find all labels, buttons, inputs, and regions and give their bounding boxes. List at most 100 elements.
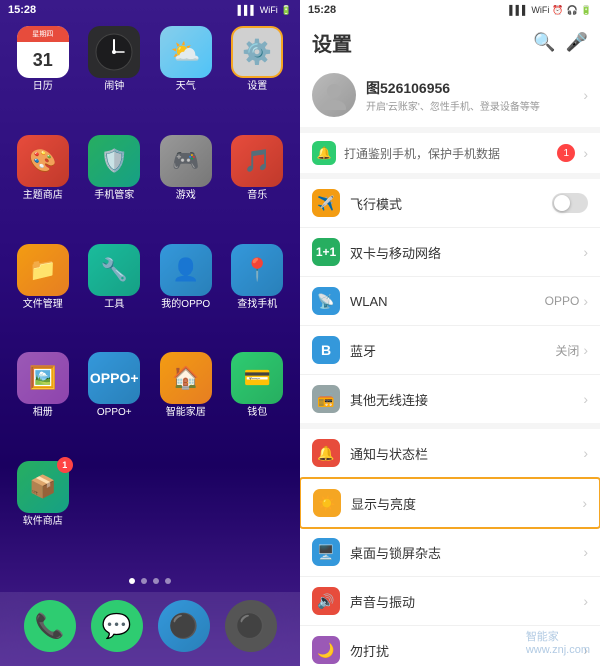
left-status-bar: 15:28 ▌▌▌ WiFi 🔋 — [0, 0, 300, 20]
app-item-smarthome[interactable]: 🏠 智能家居 — [153, 352, 219, 455]
bell-icon: 🔔 — [317, 146, 332, 160]
app-item-myoppo[interactable]: 👤 我的OPPO — [153, 244, 219, 347]
settings-item-sound[interactable]: 🔊 声音与振动 › — [300, 577, 600, 626]
contacts-icon: ⚫ — [236, 612, 266, 641]
calendar-label: 日历 — [33, 81, 53, 93]
music-label: 音乐 — [247, 190, 267, 202]
settings-item-otherwireless[interactable]: 📻 其他无线连接 › — [300, 375, 600, 423]
myoppo-label: 我的OPPO — [161, 299, 210, 311]
sound-icon: 🔊 — [312, 587, 340, 615]
page-dot-4[interactable] — [165, 578, 171, 584]
watermark-url: www.znj.com — [526, 644, 590, 656]
profile-sub: 开启'云账家'、忽性手机、登录设备等等 — [366, 98, 583, 113]
dock-phone[interactable]: 📞 — [24, 600, 76, 652]
appstore-label: 主题商店 — [23, 190, 63, 202]
settings-item-wlan[interactable]: 📡 WLAN OPPO › — [300, 277, 600, 326]
weather-label: 天气 — [176, 81, 196, 93]
profile-name: 图526106956 — [366, 78, 583, 98]
app-item-clock[interactable]: 闹钟 — [82, 26, 148, 129]
left-status-icons: ▌▌▌ WiFi 🔋 — [238, 5, 292, 16]
app-item-album[interactable]: 🖼️ 相册 — [10, 352, 76, 455]
settings-header: 设置 🔍 🎤 — [300, 20, 600, 63]
left-wifi-icon: WiFi — [260, 5, 278, 15]
settings-body: 图526106956 开启'云账家'、忽性手机、登录设备等等 › 🔔 打通鉴别手… — [300, 63, 600, 666]
myoppo-icon: 👤 — [172, 257, 199, 283]
app-item-findphone[interactable]: 📍 查找手机 — [225, 244, 291, 347]
network-settings-group: ✈️ 飞行模式 1+1 双卡与移动网络 › 📡 WLAN OPPO › B 蓝牙… — [300, 179, 600, 423]
smarthome-label: 智能家居 — [166, 407, 206, 419]
oppoplus-icon: OPPO+ — [90, 370, 139, 386]
notification-settings-label: 通知与状态栏 — [350, 444, 583, 463]
sound-label: 声音与振动 — [350, 592, 583, 611]
left-battery-icon: 🔋 — [281, 5, 292, 16]
avatar-svg — [319, 80, 349, 110]
right-battery-icon: 🔋 — [581, 5, 592, 16]
profile-info: 图526106956 开启'云账家'、忽性手机、登录设备等等 — [366, 78, 583, 113]
right-status-bar: 15:28 ▌▌▌ WiFi ⏰ 🎧 🔋 — [300, 0, 600, 20]
bluetooth-chevron: › — [583, 342, 588, 358]
watermark-text: 智能家 — [526, 631, 559, 643]
right-status-icons: ▌▌▌ WiFi ⏰ 🎧 🔋 — [509, 5, 592, 16]
bluetooth-icon: B — [312, 336, 340, 364]
dock-camera[interactable]: ⚫ — [158, 600, 210, 652]
page-dot-1[interactable] — [129, 578, 135, 584]
app-item-oppoplus[interactable]: OPPO+ OPPO+ — [82, 352, 148, 455]
app-item-settings[interactable]: ⚙️ 设置 — [225, 26, 291, 129]
findphone-icon: 📍 — [244, 257, 271, 283]
settings-item-airplane[interactable]: ✈️ 飞行模式 — [300, 179, 600, 228]
wallet-icon: 💳 — [244, 365, 271, 391]
app-item-appstore[interactable]: 🎨 主题商店 — [10, 135, 76, 238]
page-dot-3[interactable] — [153, 578, 159, 584]
right-headphone-icon: 🎧 — [567, 5, 578, 16]
settings-item-bluetooth[interactable]: B 蓝牙 关闭 › — [300, 326, 600, 375]
wlan-chevron: › — [583, 293, 588, 309]
donotdisturb-icon: 🌙 — [312, 636, 340, 664]
softstore-badge: 1 — [57, 457, 73, 473]
calendar-header: 星期四 — [17, 26, 69, 42]
app-item-tools[interactable]: 🔧 工具 — [82, 244, 148, 347]
album-label: 相册 — [33, 407, 53, 419]
app-item-game[interactable]: 🎮 游戏 — [153, 135, 219, 238]
app-item-wallet[interactable]: 💳 钱包 — [225, 352, 291, 455]
settings-item-sim[interactable]: 1+1 双卡与移动网络 › — [300, 228, 600, 277]
sim-label: 双卡与移动网络 — [350, 243, 583, 262]
smarthome-icon: 🏠 — [172, 365, 199, 391]
app-item-files[interactable]: 📁 文件管理 — [10, 244, 76, 347]
files-icon: 📁 — [29, 257, 56, 283]
right-wifi-icon: WiFi — [531, 5, 549, 15]
game-label: 游戏 — [176, 190, 196, 202]
dock-contacts[interactable]: ⚫ — [225, 600, 277, 652]
bottom-dock: 📞 💬 ⚫ ⚫ — [0, 592, 300, 666]
page-indicators — [0, 570, 300, 592]
page-dot-2[interactable] — [141, 578, 147, 584]
app-item-music[interactable]: 🎵 音乐 — [225, 135, 291, 238]
app-item-weather[interactable]: ⛅ 天气 — [153, 26, 219, 129]
search-icon[interactable]: 🔍 — [533, 32, 555, 53]
app-item-phonemanager[interactable]: 🛡️ 手机管家 — [82, 135, 148, 238]
softstore-label: 软件商店 — [23, 516, 63, 528]
sound-chevron: › — [583, 593, 588, 609]
profile-section[interactable]: 图526106956 开启'云账家'、忽性手机、登录设备等等 › — [300, 63, 600, 127]
otherwireless-icon: 📻 — [312, 385, 340, 413]
wlan-icon: 📡 — [312, 287, 340, 315]
airplane-toggle[interactable] — [552, 193, 588, 213]
album-icon: 🖼️ — [29, 365, 56, 391]
settings-title: 设置 — [312, 28, 352, 57]
settings-item-display[interactable]: ☀️ 显示与亮度 › — [300, 477, 600, 529]
watermark: 智能家 www.znj.com — [526, 628, 590, 656]
avatar-inner — [312, 73, 356, 117]
dock-message[interactable]: 💬 — [91, 600, 143, 652]
voice-icon[interactable]: 🎤 — [566, 32, 588, 53]
display-label: 显示与亮度 — [351, 494, 582, 513]
wallet-label: 钱包 — [247, 407, 267, 419]
settings-icon: ⚙️ — [242, 38, 272, 67]
left-signal-icon: ▌▌▌ — [238, 5, 257, 15]
bluetooth-value: 关闭 — [555, 342, 579, 359]
notification-bar[interactable]: 🔔 打通鉴别手机，保护手机数据 1 › — [300, 133, 600, 173]
app-item-calendar[interactable]: 星期四 31 日历 — [10, 26, 76, 129]
app-item-softstore[interactable]: 📦 1 软件商店 — [10, 461, 76, 564]
bluetooth-label: 蓝牙 — [350, 341, 555, 360]
music-icon: 🎵 — [244, 148, 271, 174]
settings-item-desktop[interactable]: 🖥️ 桌面与锁屏杂志 › — [300, 528, 600, 577]
settings-item-notification[interactable]: 🔔 通知与状态栏 › — [300, 429, 600, 478]
